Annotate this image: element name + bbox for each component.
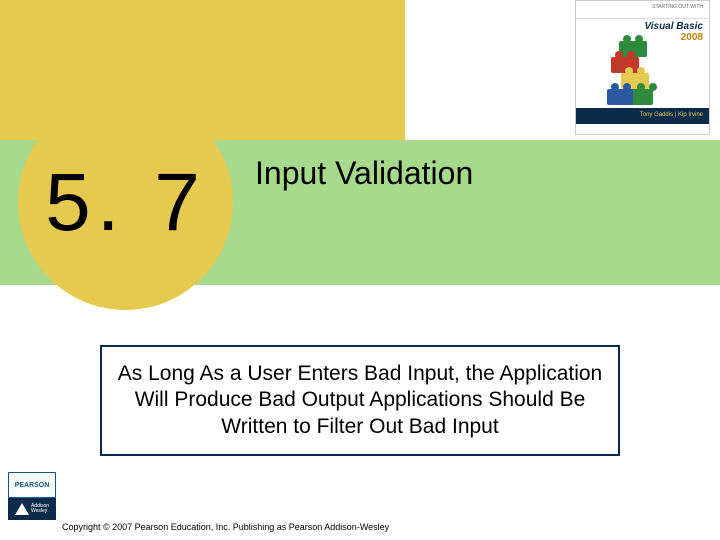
lego-stack-icon bbox=[601, 41, 661, 111]
copyright-text: Copyright © 2007 Pearson Education, Inc.… bbox=[62, 522, 389, 532]
publisher-logo: PEARSON Addison Wesley bbox=[8, 472, 56, 520]
body-text: As Long As a User Enters Bad Input, the … bbox=[100, 345, 620, 456]
book-title: Visual Basic bbox=[582, 21, 703, 32]
book-starting-text: STARTING OUT WITH bbox=[576, 1, 709, 19]
triangle-icon bbox=[15, 503, 29, 515]
section-number-circle: 5. 7 bbox=[18, 95, 233, 310]
book-cover-image: STARTING OUT WITH Visual Basic 2008 Tony… bbox=[575, 0, 710, 135]
addison-wesley-logo: Addison Wesley bbox=[8, 498, 56, 520]
imprint-line2: Wesley bbox=[31, 509, 49, 514]
section-title: Input Validation bbox=[255, 155, 473, 192]
book-authors: Tony Gaddis | Kip Irvine bbox=[576, 108, 709, 124]
pearson-logo: PEARSON bbox=[8, 472, 56, 498]
section-number: 5. 7 bbox=[45, 156, 206, 250]
